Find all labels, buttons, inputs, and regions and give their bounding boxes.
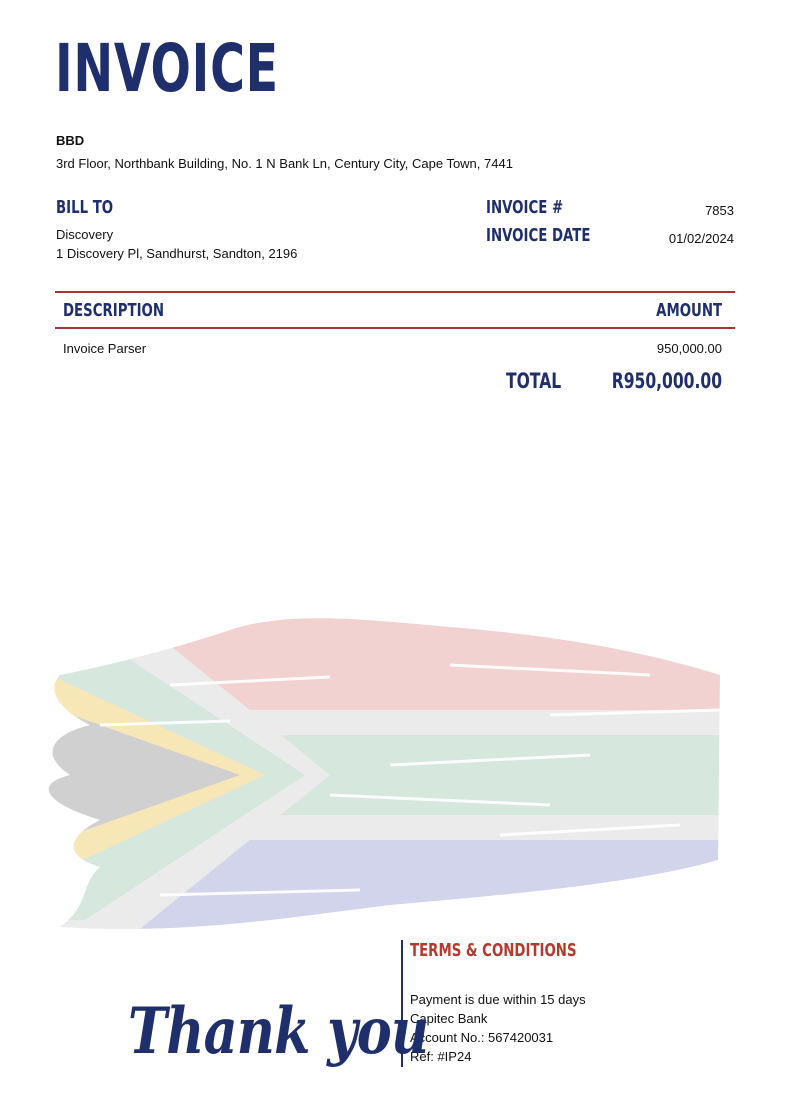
invoice-date-label: INVOICE DATE: [486, 225, 591, 246]
thank-you-text: Thank you: [128, 994, 429, 1069]
line-item-amount: 950,000.00: [656, 341, 722, 356]
terms-title: TERMS & CONDITIONS: [410, 940, 577, 961]
description-header: DESCRIPTION: [63, 300, 165, 321]
table-header-rule: [55, 327, 735, 329]
total-value-wrap: R950,000.00: [573, 371, 722, 392]
bill-to-address: 1 Discovery Pl, Sandhurst, Sandton, 2196: [56, 246, 298, 261]
company-address: 3rd Floor, Northbank Building, No. 1 N B…: [56, 156, 513, 171]
bill-to-name: Discovery: [56, 227, 114, 242]
line-item-description: Invoice Parser: [63, 341, 147, 356]
invoice-number: 7853: [705, 203, 734, 218]
invoice-date: 01/02/2024: [668, 231, 734, 246]
table-top-rule: [55, 291, 735, 293]
terms-line: Account No.: 567420031: [410, 1030, 554, 1045]
invoice-title: INVOICE: [55, 30, 279, 107]
south-africa-flag-icon: [30, 605, 730, 945]
total-label: TOTAL: [506, 369, 562, 393]
amount-header-wrap: AMOUNT: [633, 302, 722, 320]
terms-line: Payment is due within 15 days: [410, 992, 586, 1007]
company-name: BBD: [56, 133, 85, 148]
total-value: R950,000.00: [611, 369, 722, 393]
amount-header: AMOUNT: [656, 300, 722, 321]
bill-to-label: BILL TO: [56, 197, 114, 218]
invoice-number-label: INVOICE #: [486, 197, 564, 218]
